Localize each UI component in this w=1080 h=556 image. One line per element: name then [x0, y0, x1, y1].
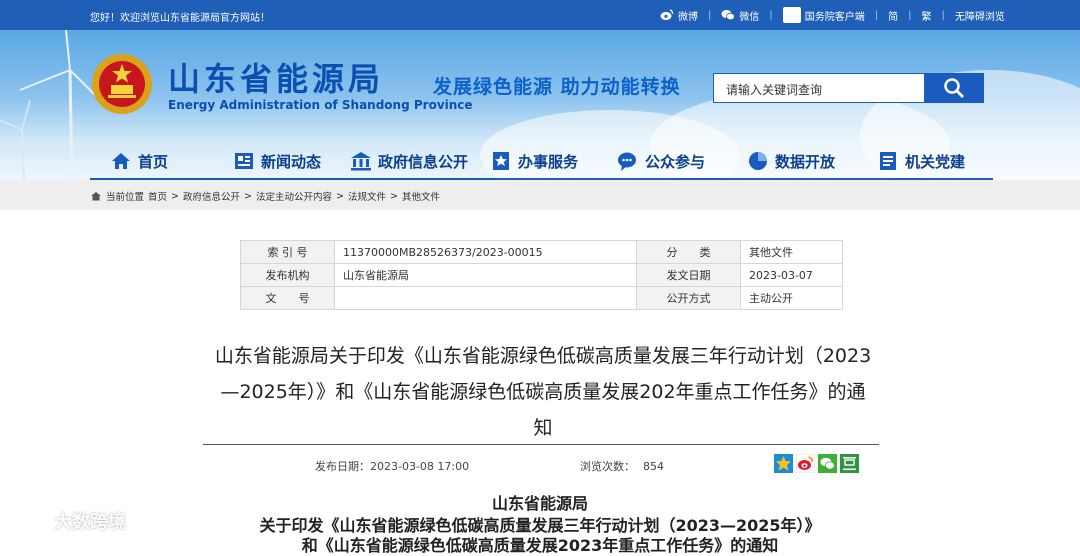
party-icon — [880, 152, 896, 170]
title-line: —2025年）》和《山东省能源绿色低碳高质量发展202年重点工作任务》的通 — [220, 381, 866, 403]
wechat-icon — [721, 10, 736, 21]
date-label: 发文日期 — [636, 263, 741, 287]
nav-label: 新闻动态 — [261, 152, 322, 171]
view-count: 浏览次数： 854 — [580, 458, 664, 474]
state-council-icon — [782, 7, 801, 23]
gwy-link[interactable]: 国务院客户端 — [782, 7, 865, 23]
weibo-link[interactable]: 微博 — [660, 8, 698, 23]
index-label: 索 引 号 — [240, 240, 335, 264]
douban-share-icon[interactable] — [840, 454, 859, 473]
site-title-english: Energy Administration of Shandong Provin… — [168, 98, 473, 112]
national-emblem-icon — [92, 54, 152, 114]
nav-data[interactable]: 数据开放 — [747, 146, 877, 176]
search-button[interactable] — [924, 73, 984, 103]
category-label: 分 类 — [636, 240, 741, 264]
body-issuer: 山东省能源局 — [491, 494, 588, 513]
wechat-link[interactable]: 微信 — [721, 8, 759, 23]
breadcrumb-item[interactable]: 政府信息公开 — [183, 189, 240, 203]
breadcrumb-separator: > — [171, 190, 179, 202]
article-title: 山东省能源局关于印发《山东省能源绿色低碳高质量发展三年行动计划（2023 —20… — [208, 338, 878, 446]
publish-date-label: 发布日期： — [315, 460, 370, 473]
simplified-link[interactable]: 简 — [888, 8, 898, 23]
view-count-label: 浏览次数： — [580, 460, 635, 473]
nav-news[interactable]: 新闻动态 — [233, 146, 350, 176]
weibo-label: 微博 — [678, 11, 698, 23]
breadcrumb-item[interactable]: 首页 — [148, 189, 167, 203]
nav-label: 数据开放 — [775, 152, 836, 171]
open-method-value: 主动公开 — [740, 286, 843, 310]
top-bar: 您好！欢迎浏览山东省能源局官方网站！ 微博 | 微信 | 国务院客户端 | 简 … — [0, 0, 1080, 30]
breadcrumb-item[interactable]: 法定主动公开内容 — [256, 189, 332, 203]
divider: | — [941, 9, 945, 21]
weibo-share-icon[interactable] — [795, 453, 816, 474]
publish-date: 发布日期：2023-03-08 17:00 — [315, 458, 469, 474]
breadcrumb: 当前位置 首页 > 政府信息公开 > 法定主动公开内容 > 法规文件 > 其他文… — [90, 189, 440, 203]
pie-chart-icon — [749, 152, 767, 170]
news-icon — [235, 153, 253, 169]
index-value: 11370000MB28526373/2023-00015 — [334, 240, 637, 264]
table-row: 发布机构 山东省能源局 发文日期 2023-03-07 — [240, 263, 843, 287]
welcome-text: 您好！欢迎浏览山东省能源局官方网站！ — [90, 13, 270, 24]
search-input[interactable]: 请输入关键词查询 — [713, 73, 925, 103]
table-row: 文 号 公开方式 主动公开 — [240, 286, 843, 310]
search-icon — [944, 78, 964, 98]
docno-value — [334, 286, 637, 310]
traditional-link[interactable]: 繁 — [922, 8, 932, 23]
qzone-share-icon[interactable] — [774, 454, 793, 473]
document-info-table: 索 引 号 11370000MB28526373/2023-00015 分 类 … — [240, 240, 843, 310]
publisher-label: 发布机构 — [240, 263, 335, 287]
publish-date-value: 2023-03-08 17:00 — [370, 460, 470, 473]
date-value: 2023-03-07 — [740, 263, 843, 287]
publisher-value: 山东省能源局 — [334, 263, 637, 287]
watermark-text: 大数跨境 — [54, 512, 126, 533]
nav-party[interactable]: 机关党建 — [877, 146, 987, 176]
weibo-icon — [660, 9, 674, 20]
category-value: 其他文件 — [740, 240, 843, 264]
gwy-label: 国务院客户端 — [804, 11, 865, 23]
nav-label: 首页 — [138, 152, 169, 171]
share-buttons — [774, 453, 859, 474]
breadcrumb-separator: > — [336, 190, 344, 202]
wechat-share-icon[interactable] — [818, 454, 837, 473]
chat-icon — [618, 152, 636, 171]
breadcrumb-separator: > — [244, 190, 252, 202]
watermark: 大数跨境 — [10, 508, 126, 534]
wechat-label: 微信 — [739, 11, 760, 23]
nav-label: 机关党建 — [905, 152, 966, 171]
slogan: 发展绿色能源 助力动能转换 — [433, 76, 681, 98]
home-icon — [112, 153, 130, 169]
view-count-value: 854 — [643, 460, 664, 473]
title-divider — [203, 444, 879, 445]
breadcrumb-item[interactable]: 其他文件 — [402, 189, 440, 203]
breadcrumb-bar: 当前位置 首页 > 政府信息公开 > 法定主动公开内容 > 法规文件 > 其他文… — [0, 180, 1080, 210]
title-line: 知 — [533, 417, 553, 439]
nav-label: 办事服务 — [518, 152, 579, 171]
divider: | — [908, 9, 912, 21]
main-nav: 首页 新闻动态 政府信息公开 办事服务 公众参与 数据开放 机关党建 — [100, 146, 990, 176]
body-heading-line: 和《山东省能源绿色低碳高质量发展2023年重点工作任务》的通知 — [301, 536, 779, 555]
nav-label: 公众参与 — [645, 152, 706, 171]
nav-home[interactable]: 首页 — [100, 146, 233, 176]
home-icon — [91, 192, 101, 201]
breadcrumb-item[interactable]: 法规文件 — [348, 189, 386, 203]
breadcrumb-separator: > — [389, 190, 398, 202]
watermark-logo-icon — [11, 513, 45, 530]
accessible-link[interactable]: 无障碍浏览 — [955, 8, 1005, 23]
top-links: 微博 | 微信 | 国务院客户端 | 简 | 繁 | 无障碍浏览 — [660, 7, 1005, 23]
breadcrumb-current-label: 当前位置 — [106, 192, 145, 203]
nav-participation[interactable]: 公众参与 — [617, 146, 747, 176]
open-method-label: 公开方式 — [636, 286, 741, 310]
nav-gov-info[interactable]: 政府信息公开 — [350, 146, 490, 176]
divider: | — [874, 9, 879, 21]
government-icon — [351, 152, 371, 171]
nav-label: 政府信息公开 — [378, 152, 469, 171]
nav-service[interactable]: 办事服务 — [490, 146, 617, 176]
docno-label: 文 号 — [240, 286, 335, 310]
divider: | — [769, 9, 773, 21]
table-row: 索 引 号 11370000MB28526373/2023-00015 分 类 … — [240, 240, 843, 264]
service-icon — [493, 152, 509, 170]
title-line: 山东省能源局关于印发《山东省能源绿色低碳高质量发展三年行动计划（2023 — [214, 345, 872, 367]
divider: | — [708, 9, 712, 21]
site-title: 山东省能源局 — [168, 60, 385, 98]
